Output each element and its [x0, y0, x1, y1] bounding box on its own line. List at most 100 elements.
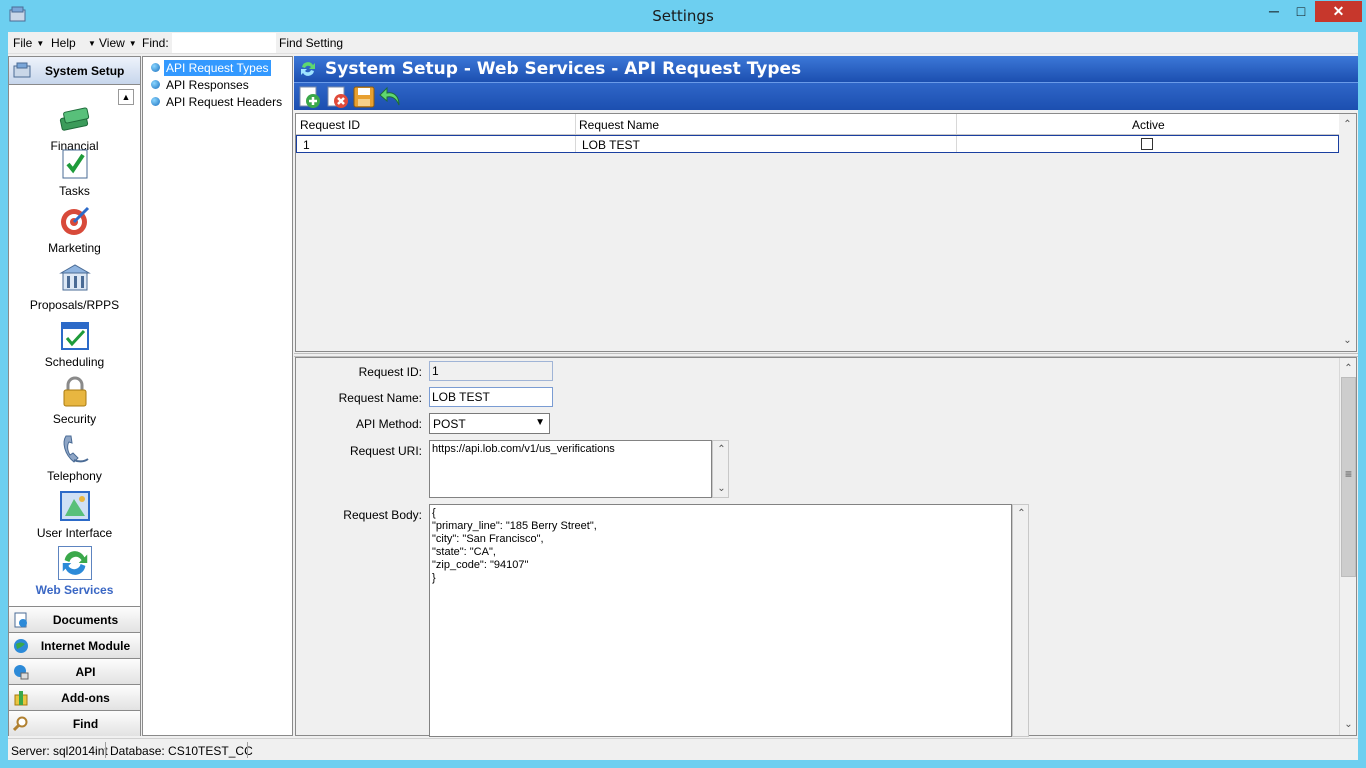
tree-item-label: API Request Types — [164, 60, 271, 76]
menu-file[interactable]: File ▼ — [13, 36, 44, 50]
minimize-button[interactable]: ─ — [1261, 1, 1287, 22]
cell-request-id[interactable]: 1 — [303, 138, 310, 152]
column-divider[interactable] — [956, 114, 957, 134]
documents-icon — [14, 612, 27, 628]
column-divider[interactable] — [575, 114, 576, 134]
window-title: Settings — [652, 7, 714, 25]
request-detail-form: Request ID: 1 Request Name: LOB TEST API… — [295, 357, 1357, 737]
chevron-down-icon[interactable]: ⌄ — [1339, 332, 1356, 349]
nav-item-marketing[interactable]: Marketing — [9, 204, 140, 255]
nav-category-label: Documents — [52, 613, 119, 627]
status-divider — [105, 742, 106, 758]
nav-item-label: Scheduling — [44, 355, 105, 369]
cell-request-name[interactable]: LOB TEST — [582, 138, 640, 152]
nav-category-add-ons[interactable]: Add-ons — [9, 684, 140, 710]
nav-category-api[interactable]: API — [9, 658, 140, 684]
nav-item-label: Security — [52, 412, 97, 426]
web-services-icon — [301, 62, 315, 76]
nav-item-tasks[interactable]: Tasks — [9, 147, 140, 198]
nav-item-financial[interactable]: Financial — [9, 102, 140, 153]
request-uri-field[interactable]: https://api.lob.com/v1/us_verifications — [429, 440, 712, 498]
menubar: File ▼ Help ▼ View ▼ Find: Find Setting — [8, 32, 1358, 54]
nav-item-label: User Interface — [36, 526, 113, 540]
column-header-active[interactable]: Active — [1132, 118, 1165, 132]
request-id-label: Request ID: — [358, 365, 422, 379]
globe-icon — [14, 639, 28, 653]
nav-item-label: Tasks — [59, 184, 90, 198]
table-row[interactable]: 1 LOB TEST — [296, 135, 1339, 153]
proposals-icon — [58, 264, 91, 291]
maximize-button[interactable]: □ — [1288, 1, 1314, 22]
undo-icon[interactable] — [379, 85, 403, 109]
chevron-down-icon: ▼ — [36, 39, 45, 48]
menu-view-label: View — [99, 36, 125, 50]
find-input[interactable] — [172, 33, 276, 53]
column-header-request-id[interactable]: Request ID — [300, 118, 360, 132]
financial-icon — [59, 107, 89, 131]
menu-file-label: File — [13, 36, 33, 50]
lock-icon — [63, 376, 86, 407]
tree-item-label: API Responses — [166, 78, 249, 92]
close-button[interactable]: ✕ — [1315, 1, 1362, 22]
request-uri-scrollbar[interactable]: ⌃ ⌄ — [712, 440, 729, 498]
chevron-up-icon[interactable]: ⌃ — [713, 441, 730, 458]
nav-category-label: API — [75, 665, 96, 679]
nav-header-system-setup[interactable]: System Setup — [9, 57, 140, 85]
add-icon[interactable] — [298, 85, 322, 109]
server-status: Server: sql2014int — [11, 744, 108, 758]
bullet-icon — [151, 63, 160, 72]
nav-category-label: Add-ons — [61, 691, 110, 705]
column-header-request-name[interactable]: Request Name — [579, 118, 659, 132]
bullet-icon — [151, 80, 160, 89]
request-body-field[interactable]: { "primary_line": "185 Berry Street", "c… — [429, 504, 1012, 737]
chevron-up-icon[interactable]: ⌃ — [1013, 505, 1030, 522]
section-title: System Setup - Web Services - API Reques… — [325, 59, 802, 79]
add-ons-icon — [14, 691, 28, 706]
chevron-down-icon: ▼ — [88, 39, 96, 48]
api-method-value: POST — [433, 417, 466, 431]
nav-category-find[interactable]: Find — [9, 710, 140, 736]
tasks-icon — [62, 149, 87, 179]
api-method-label: API Method: — [355, 417, 422, 431]
nav-item-proposals[interactable]: Proposals/RPPS — [9, 261, 140, 312]
nav-category-label: Find — [72, 717, 99, 731]
chevron-down-icon[interactable]: ⌄ — [1340, 716, 1357, 733]
grip-icon: ≡ — [1344, 467, 1352, 481]
nav-item-label: Web Services — [35, 583, 114, 597]
chevron-up-icon[interactable]: ⌃ — [1339, 116, 1356, 133]
delete-icon[interactable] — [326, 85, 350, 109]
active-checkbox[interactable] — [1141, 138, 1153, 150]
chevron-down-icon: ▼ — [128, 39, 137, 48]
scheduling-icon — [60, 322, 89, 350]
database-status: Database: CS10TEST_CC — [110, 744, 253, 758]
api-method-select[interactable]: POST ▼ — [429, 413, 550, 434]
chevron-down-icon[interactable]: ⌄ — [713, 480, 730, 497]
window-titlebar: Settings ─ □ ✕ — [0, 0, 1366, 32]
chevron-up-icon[interactable]: ⌃ — [1340, 360, 1357, 377]
nav-item-user-interface[interactable]: User Interface — [9, 489, 140, 540]
request-body-scrollbar[interactable]: ⌃ — [1012, 504, 1029, 737]
save-icon[interactable] — [352, 85, 376, 109]
nav-pane: System Setup ▲ Financial Tasks Marketing — [8, 56, 141, 736]
grid-scrollbar[interactable]: ⌃ ⌄ — [1339, 114, 1356, 351]
request-uri-label: Request URI: — [349, 444, 422, 458]
nav-item-telephony[interactable]: Telephony — [9, 432, 140, 483]
chevron-down-icon: ▼ — [535, 417, 545, 428]
cell-divider — [956, 136, 957, 152]
nav-item-scheduling[interactable]: Scheduling — [9, 318, 140, 369]
main-pane: System Setup - Web Services - API Reques… — [294, 56, 1358, 737]
marketing-icon — [60, 206, 89, 235]
nav-item-security[interactable]: Security — [9, 375, 140, 426]
grid-header: Request ID Request Name Active — [296, 114, 1340, 135]
menu-help-arrow[interactable]: ▼ — [84, 36, 96, 50]
form-scrollbar[interactable]: ⌃ ≡ ⌄ — [1339, 358, 1356, 735]
nav-category-internet-module[interactable]: Internet Module — [9, 632, 140, 658]
request-name-field[interactable]: LOB TEST — [429, 387, 553, 407]
nav-category-documents[interactable]: Documents — [9, 606, 140, 632]
nav-item-web-services[interactable]: Web Services — [9, 546, 140, 597]
menu-view[interactable]: View ▼ — [99, 36, 137, 50]
find-setting-button[interactable]: Find Setting — [279, 36, 343, 50]
request-id-field[interactable]: 1 — [429, 361, 553, 381]
nav-item-label: Marketing — [48, 241, 101, 255]
menu-help[interactable]: Help — [51, 36, 76, 50]
